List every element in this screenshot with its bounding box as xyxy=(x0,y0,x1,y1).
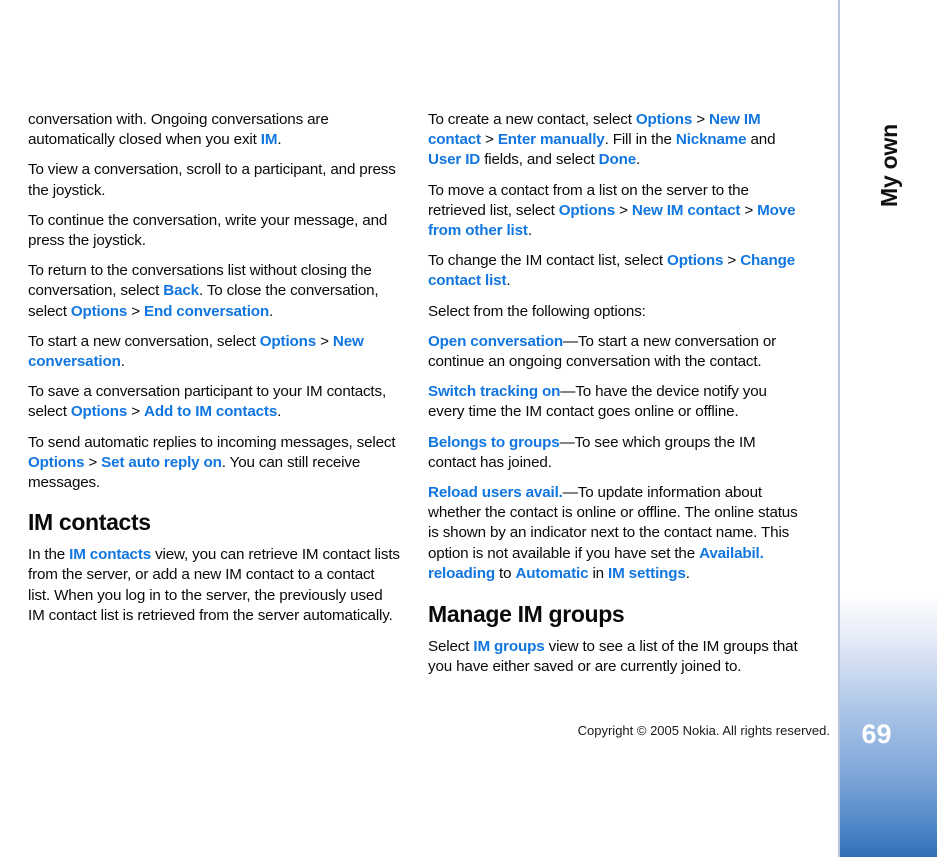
ui-term-switch-tracking-on: Switch tracking on xyxy=(428,383,561,401)
paragraph-continue-conversation: To continue the conversation, write your… xyxy=(28,211,400,251)
ui-term-options: Options xyxy=(70,403,128,421)
ui-term-im-groups: IM groups xyxy=(473,638,545,656)
menu-separator: > xyxy=(316,332,333,350)
paragraph-create-new-contact: To create a new contact, select Options … xyxy=(428,110,800,171)
ui-term-new-im-contact: New IM contact xyxy=(631,201,741,219)
ui-term-nickname: Nickname xyxy=(675,131,747,149)
ui-term-back: Back xyxy=(163,282,199,300)
menu-separator: > xyxy=(480,131,498,149)
text-run: . xyxy=(527,222,532,240)
chapter-tab-label: My own xyxy=(875,123,902,207)
paragraph-change-contact-list: To change the IM contact list, select Op… xyxy=(428,251,800,291)
text-run: fields, and select xyxy=(480,151,599,169)
paragraph-start-new-conversation: To start a new conversation, select Opti… xyxy=(28,332,400,372)
option-switch-tracking-on: Switch tracking on—To have the device no… xyxy=(428,382,800,422)
text-run: . xyxy=(506,272,511,290)
menu-separator: > xyxy=(692,111,710,128)
manual-page: conversation with. Ongoing conversations… xyxy=(0,0,937,857)
menu-separator: > xyxy=(740,201,758,219)
section-heading-manage-im-groups: Manage IM groups xyxy=(428,601,625,628)
option-reload-users-avail: Reload users avail.—To update informatio… xyxy=(428,483,800,584)
copyright-notice: Copyright © 2005 Nokia. All rights reser… xyxy=(577,723,830,738)
text-run: . Fill in the xyxy=(604,131,676,149)
text-run: To change the IM contact list, select xyxy=(428,252,668,270)
ui-term-enter-manually: Enter manually xyxy=(497,131,605,149)
menu-separator: > xyxy=(84,453,102,471)
paragraph-im-contacts-intro: In the IM contacts view, you can retriev… xyxy=(28,545,400,626)
ui-term-done: Done xyxy=(598,151,637,169)
text-run: To continue the conversation, write your… xyxy=(28,211,388,250)
ui-term-options: Options xyxy=(259,332,317,350)
chapter-tab-sidebar: My own 69 xyxy=(838,0,937,857)
ui-term-add-to-im-contacts: Add to IM contacts xyxy=(144,403,278,421)
text-run: in xyxy=(588,564,609,582)
text-run: Select from the following options: xyxy=(428,302,646,320)
text-run: and xyxy=(746,131,776,149)
menu-separator: > xyxy=(127,403,145,421)
ui-term-end-conversation: End conversation xyxy=(144,302,270,320)
text-run: To start a new conversation, select xyxy=(28,332,260,350)
ui-term-options: Options xyxy=(635,111,693,128)
ui-term-automatic: Automatic xyxy=(515,564,589,582)
text-run: Select xyxy=(428,638,474,656)
ui-term-im-settings: IM settings xyxy=(608,564,686,582)
paragraph-return-to-list: To return to the conversations list with… xyxy=(28,261,400,322)
right-text-column: To create a new contact, select Options … xyxy=(428,110,800,687)
text-run: In the xyxy=(28,546,70,564)
ui-term-set-auto-reply-on: Set auto reply on xyxy=(101,453,222,471)
ui-term-im: IM xyxy=(260,131,278,149)
text-run: to xyxy=(494,564,516,582)
paragraph-auto-reply: To send automatic replies to incoming me… xyxy=(28,433,400,494)
text-run: . xyxy=(277,403,282,421)
ui-term-options: Options xyxy=(28,453,85,471)
menu-separator: > xyxy=(615,201,632,219)
ui-term-open-conversation: Open conversation xyxy=(428,332,563,350)
ui-term-user-id: User ID xyxy=(428,151,481,169)
ui-term-im-contacts: IM contacts xyxy=(69,546,152,564)
ui-term-belongs-to-groups: Belongs to groups xyxy=(428,433,560,451)
body-columns: conversation with. Ongoing conversations… xyxy=(0,0,838,700)
text-run: . xyxy=(685,564,690,582)
paragraph-conversation-exit: conversation with. Ongoing conversations… xyxy=(28,110,400,150)
left-text-column: conversation with. Ongoing conversations… xyxy=(28,110,400,636)
menu-separator: > xyxy=(127,302,145,320)
text-run: . xyxy=(636,151,641,169)
page-number: 69 xyxy=(861,719,892,749)
paragraph-save-participant: To save a conversation participant to yo… xyxy=(28,382,400,422)
text-run: . xyxy=(120,353,125,371)
ui-term-reload-users-avail: Reload users avail. xyxy=(428,484,563,502)
option-open-conversation: Open conversation—To start a new convers… xyxy=(428,332,800,372)
text-run: To view a conversation, scroll to a part… xyxy=(28,161,396,199)
text-run: . xyxy=(269,302,274,320)
ui-term-options: Options xyxy=(667,252,724,270)
text-run: . xyxy=(277,131,282,149)
paragraph-view-conversation: To view a conversation, scroll to a part… xyxy=(28,160,400,200)
text-run: To create a new contact, select xyxy=(428,111,636,128)
paragraph-im-groups-intro: Select IM groups view to see a list of t… xyxy=(428,637,800,677)
text-run: conversation with. Ongoing conversations… xyxy=(28,111,329,149)
text-run: To send automatic replies to incoming me… xyxy=(28,433,396,451)
ui-term-options: Options xyxy=(70,302,128,320)
section-heading-im-contacts: IM contacts xyxy=(28,509,151,536)
paragraph-select-options-intro: Select from the following options: xyxy=(428,302,800,322)
chapter-tab-label-wrapper: My own xyxy=(840,0,937,330)
menu-separator: > xyxy=(723,252,741,270)
paragraph-move-contact: To move a contact from a list on the ser… xyxy=(428,181,800,242)
ui-term-options: Options xyxy=(558,201,616,219)
option-belongs-to-groups: Belongs to groups—To see which groups th… xyxy=(428,433,800,473)
